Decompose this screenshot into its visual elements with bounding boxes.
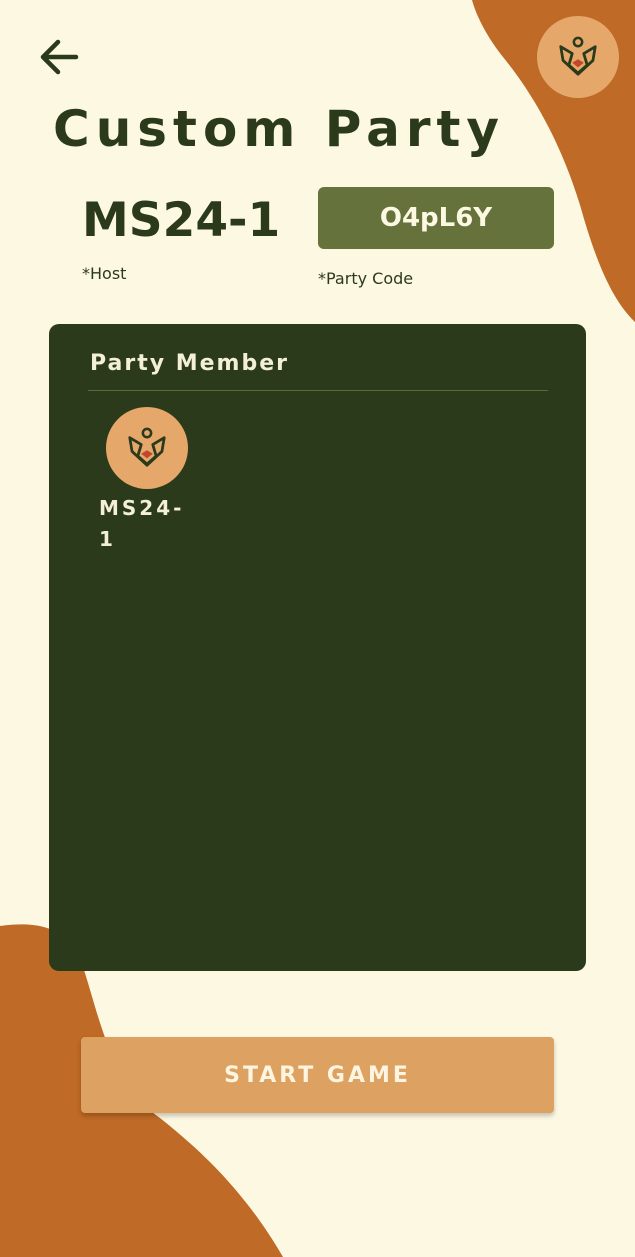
party-member-heading: Party Member	[90, 351, 290, 376]
member-name: MS24-1	[99, 496, 185, 551]
party-code-display[interactable]: O4pL6Y	[318, 187, 554, 249]
page-title: Custom Party	[53, 100, 506, 158]
member-avatar	[106, 407, 188, 489]
arrow-left-icon	[40, 39, 79, 75]
back-button[interactable]	[30, 28, 88, 86]
fox-mask-icon	[559, 36, 597, 76]
host-label: *Host	[82, 264, 127, 283]
profile-avatar[interactable]	[537, 16, 619, 98]
divider	[88, 390, 548, 391]
party-code-label: *Party Code	[318, 269, 414, 288]
start-game-button[interactable]: START GAME	[81, 1037, 554, 1113]
fox-mask-icon	[128, 427, 166, 467]
host-name: MS24-1	[82, 193, 281, 248]
party-member-panel: Party Member MS24-1	[49, 324, 586, 971]
